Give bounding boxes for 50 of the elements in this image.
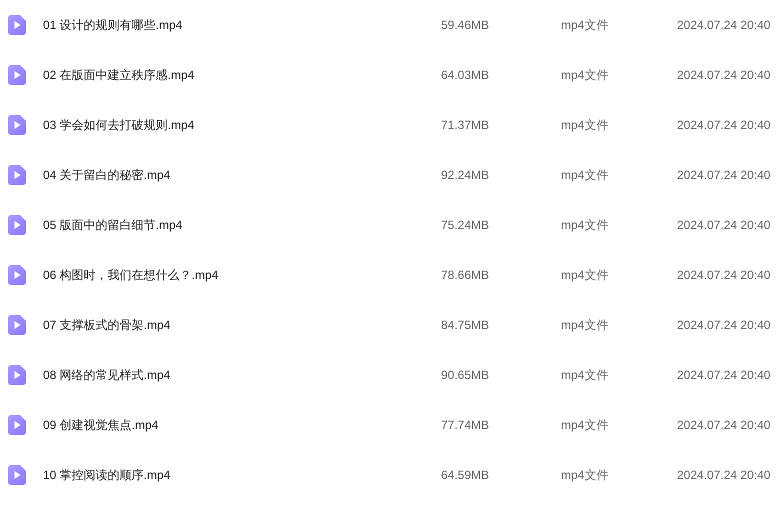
video-file-icon — [8, 465, 26, 485]
modified-date: 2024.07.24 20:40 — [677, 468, 772, 482]
file-type: mp4文件 — [561, 316, 610, 334]
file-name[interactable]: 05 版面中的留白细节.mp4 — [43, 216, 441, 234]
modified-date: 2024.07.24 20:40 — [677, 318, 772, 332]
modified-date: 2024.07.24 20:40 — [677, 118, 772, 132]
file-size: 75.24MB — [441, 218, 490, 232]
file-size: 92.24MB — [441, 168, 490, 182]
video-file-icon — [8, 365, 26, 385]
file-type: mp4文件 — [561, 16, 610, 34]
modified-date: 2024.07.24 20:40 — [677, 168, 772, 182]
file-size: 64.59MB — [441, 468, 490, 482]
video-file-icon — [8, 265, 26, 285]
file-type: mp4文件 — [561, 266, 610, 284]
file-name[interactable]: 08 网络的常见样式.mp4 — [43, 366, 441, 384]
modified-date: 2024.07.24 20:40 — [677, 68, 772, 82]
file-type: mp4文件 — [561, 366, 610, 384]
file-name[interactable]: 01 设计的规则有哪些.mp4 — [43, 16, 441, 34]
file-name[interactable]: 02 在版面中建立秩序感.mp4 — [43, 66, 441, 84]
file-size: 78.66MB — [441, 268, 490, 282]
video-file-icon — [8, 165, 26, 185]
video-file-icon — [8, 65, 26, 85]
file-size: 71.37MB — [441, 118, 490, 132]
file-size: 84.75MB — [441, 318, 490, 332]
file-type: mp4文件 — [561, 216, 610, 234]
file-type: mp4文件 — [561, 416, 610, 434]
file-type: mp4文件 — [561, 166, 610, 184]
file-name[interactable]: 09 创建视觉焦点.mp4 — [43, 416, 441, 434]
file-size: 59.46MB — [441, 18, 490, 32]
video-file-icon — [8, 115, 26, 135]
file-name[interactable]: 03 学会如何去打破规则.mp4 — [43, 116, 441, 134]
modified-date: 2024.07.24 20:40 — [677, 418, 772, 432]
file-size: 90.65MB — [441, 368, 490, 382]
file-name[interactable]: 07 支撑板式的骨架.mp4 — [43, 316, 441, 334]
modified-date: 2024.07.24 20:40 — [677, 218, 772, 232]
modified-date: 2024.07.24 20:40 — [677, 268, 772, 282]
file-size: 77.74MB — [441, 418, 490, 432]
file-type: mp4文件 — [561, 466, 610, 484]
file-size: 64.03MB — [441, 68, 490, 82]
modified-date: 2024.07.24 20:40 — [677, 368, 772, 382]
file-type: mp4文件 — [561, 66, 610, 84]
modified-date: 2024.07.24 20:40 — [677, 18, 772, 32]
video-file-icon — [8, 415, 26, 435]
file-name[interactable]: 04 关于留白的秘密.mp4 — [43, 166, 441, 184]
video-file-icon — [8, 15, 26, 35]
file-name[interactable]: 06 构图时，我们在想什么？.mp4 — [43, 266, 441, 284]
file-name[interactable]: 10 掌控阅读的顺序.mp4 — [43, 466, 441, 484]
video-file-icon — [8, 315, 26, 335]
video-file-icon — [8, 215, 26, 235]
file-type: mp4文件 — [561, 116, 610, 134]
